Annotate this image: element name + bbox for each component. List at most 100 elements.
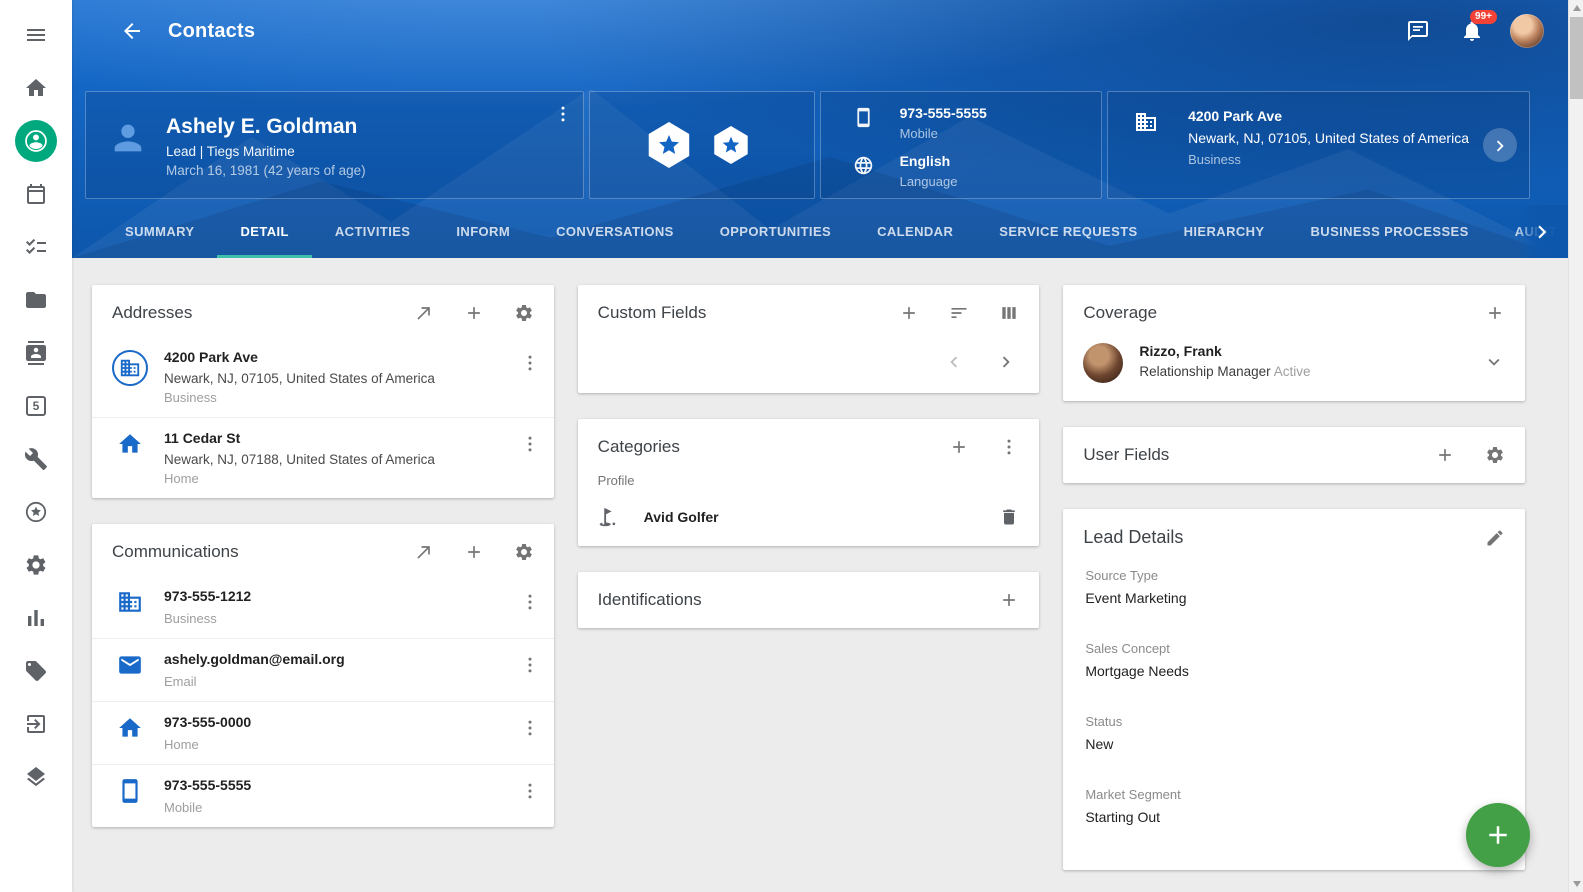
sidebar-item-tools[interactable]: [0, 432, 72, 485]
custom-fields-columns-button[interactable]: [999, 303, 1019, 323]
scrollbar-thumb[interactable]: [1570, 17, 1583, 99]
add-record-fab[interactable]: [1466, 803, 1530, 867]
contact-hero: Ashely E. Goldman Lead | Tiegs Maritime …: [72, 62, 1568, 205]
communication-row-home-phone[interactable]: 973-555-0000 Home: [92, 701, 554, 764]
coverage-add-button[interactable]: [1485, 303, 1505, 323]
coverage-row[interactable]: Rizzo, Frank Relationship Manager Active: [1063, 337, 1525, 401]
page-previous-button[interactable]: [943, 351, 965, 373]
identifications-add-button[interactable]: [999, 590, 1019, 610]
tab-calendar[interactable]: CALENDAR: [854, 205, 976, 258]
sidebar-item-settings[interactable]: [0, 538, 72, 591]
field-value: Mortgage Needs: [1085, 663, 1503, 679]
smartphone-icon: [117, 778, 143, 804]
sidebar-item-analytics[interactable]: [0, 591, 72, 644]
category-name: Avid Golfer: [644, 509, 1000, 525]
coverage-title: Coverage: [1083, 303, 1455, 323]
tab-business-processes[interactable]: BUSINESS PROCESSES: [1288, 205, 1492, 258]
sidebar-item-queue[interactable]: 5: [0, 379, 72, 432]
communications-add-button[interactable]: [464, 542, 484, 562]
sidebar-item-exit[interactable]: [0, 697, 72, 750]
notifications-button[interactable]: 99+: [1460, 19, 1484, 43]
plus-icon: [1435, 445, 1455, 465]
tab-summary[interactable]: SUMMARY: [102, 205, 217, 258]
hexagon-star-badge-1[interactable]: [646, 122, 692, 168]
tab-detail[interactable]: DETAIL: [217, 205, 311, 258]
chat-icon: [1406, 19, 1430, 43]
address-row-home[interactable]: 11 Cedar St Newark, NJ, 07188, United St…: [92, 417, 554, 498]
communication-row-mobile-phone[interactable]: 973-555-5555 Mobile: [92, 764, 554, 827]
scroll-down-button[interactable]: [1569, 876, 1583, 892]
addresses-add-button[interactable]: [464, 303, 484, 323]
communication-row-menu-button[interactable]: [520, 718, 540, 738]
custom-fields-add-button[interactable]: [899, 303, 919, 323]
category-delete-button[interactable]: [999, 507, 1019, 527]
user-fields-settings-button[interactable]: [1485, 445, 1505, 465]
addresses-settings-button[interactable]: [514, 303, 534, 323]
chat-button[interactable]: [1406, 19, 1430, 43]
menu-button[interactable]: [0, 8, 72, 61]
app-window: 5: [0, 0, 1583, 892]
communications-open-button[interactable]: [414, 542, 434, 562]
contact-actions-menu-button[interactable]: [553, 104, 573, 124]
sidebar-item-rewards[interactable]: [0, 485, 72, 538]
page-next-button[interactable]: [995, 351, 1017, 373]
wrench-icon: [24, 447, 48, 471]
next-record-button[interactable]: [1483, 128, 1517, 162]
tab-service-requests[interactable]: SERVICE REQUESTS: [976, 205, 1160, 258]
sidebar-item-contacts-active[interactable]: [0, 114, 72, 167]
triangle-down-icon: [1573, 881, 1581, 887]
tab-activities[interactable]: ACTIVITIES: [312, 205, 434, 258]
golf-flag-icon: [596, 506, 618, 528]
address-row-menu-button[interactable]: [520, 434, 540, 454]
sidebar-item-layers[interactable]: [0, 750, 72, 803]
language-value: English: [900, 153, 958, 169]
sidebar-item-offers[interactable]: [0, 644, 72, 697]
communication-row-email[interactable]: ashely.goldman@email.org Email: [92, 638, 554, 701]
communication-row-menu-button[interactable]: [520, 655, 540, 675]
primary-phone-label: Mobile: [900, 126, 987, 141]
categories-menu-button[interactable]: [999, 437, 1019, 457]
address-line2: Newark, NJ, 07105, United States of Amer…: [1188, 130, 1469, 146]
back-button[interactable]: [120, 19, 144, 43]
category-row[interactable]: Avid Golfer: [578, 496, 1040, 546]
user-avatar[interactable]: [1510, 14, 1544, 48]
lead-details-edit-button[interactable]: [1485, 528, 1505, 548]
tab-hierarchy[interactable]: HIERARCHY: [1161, 205, 1288, 258]
addresses-open-button[interactable]: [414, 303, 434, 323]
custom-fields-sort-button[interactable]: [949, 303, 969, 323]
bar-chart-icon: [24, 606, 48, 630]
vertical-scrollbar[interactable]: [1568, 0, 1583, 892]
scroll-up-button[interactable]: [1569, 0, 1583, 16]
lead-details-title: Lead Details: [1083, 527, 1455, 548]
sidebar-item-directory[interactable]: [0, 326, 72, 379]
communications-settings-button[interactable]: [514, 542, 534, 562]
user-fields-add-button[interactable]: [1435, 445, 1455, 465]
building-icon: [119, 357, 141, 379]
tabs-scroll-right-button[interactable]: [1516, 205, 1568, 258]
smartphone-icon: [853, 107, 874, 128]
sidebar-item-calendar[interactable]: [0, 167, 72, 220]
coverage-expand-button[interactable]: [1483, 351, 1505, 373]
field-value: Event Marketing: [1085, 590, 1503, 606]
hexagon-star-badge-2[interactable]: [712, 126, 750, 164]
communication-row-business-phone[interactable]: 973-555-1212 Business: [92, 576, 554, 638]
primary-phone-value: 973-555-5555: [900, 105, 987, 121]
tab-opportunities[interactable]: OPPORTUNITIES: [697, 205, 854, 258]
address-type: Home: [164, 471, 520, 486]
field-label: Sales Concept: [1085, 641, 1503, 656]
building-icon: [1134, 110, 1158, 134]
tab-conversations[interactable]: CONVERSATIONS: [533, 205, 697, 258]
categories-add-button[interactable]: [949, 437, 969, 457]
identifications-card: Identifications: [578, 572, 1040, 628]
person-icon: [108, 118, 148, 158]
communication-row-menu-button[interactable]: [520, 781, 540, 801]
communication-row-menu-button[interactable]: [520, 592, 540, 612]
kebab-menu-icon: [520, 718, 540, 738]
address-row-menu-button[interactable]: [520, 353, 540, 373]
sidebar-item-tasks[interactable]: [0, 220, 72, 273]
address-row-business[interactable]: 4200 Park Ave Newark, NJ, 07105, United …: [92, 337, 554, 417]
sidebar-item-folders[interactable]: [0, 273, 72, 326]
lead-field-status: Status New: [1085, 714, 1503, 752]
tab-inform[interactable]: INFORM: [433, 205, 533, 258]
sidebar-item-home[interactable]: [0, 61, 72, 114]
